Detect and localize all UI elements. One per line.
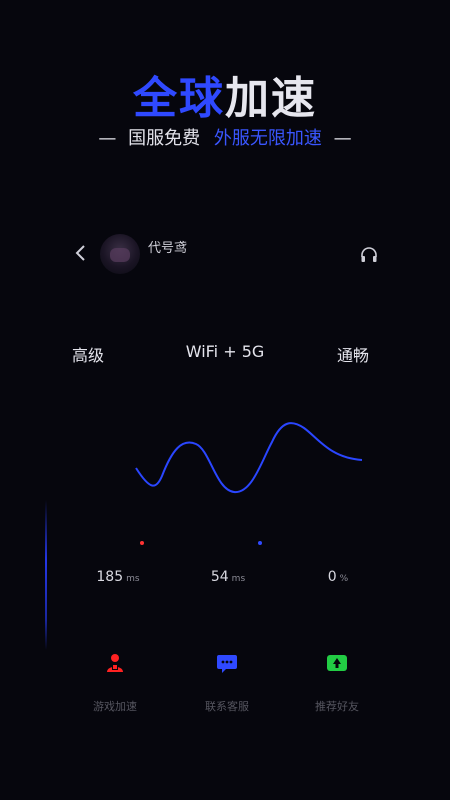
metric-latency-value: 185 bbox=[96, 569, 124, 585]
latency-wave-line bbox=[135, 422, 363, 494]
action-accelerate-label: 游戏加速 bbox=[93, 700, 137, 713]
tree-icon bbox=[326, 652, 348, 674]
tagline-dash-right: — bbox=[333, 128, 352, 149]
hero-title-rest: 加速 bbox=[225, 73, 317, 124]
tagline: — 国服免费 外服无限加速 — bbox=[0, 124, 450, 150]
action-bar: 游戏加速 联系客服 推荐好友 bbox=[0, 652, 450, 722]
metric-jitter: 54 ms bbox=[178, 566, 278, 585]
chevron-left-icon[interactable] bbox=[74, 244, 90, 264]
action-accelerate[interactable]: 游戏加速 bbox=[60, 652, 170, 714]
tagline-main: 国服免费 bbox=[128, 128, 201, 149]
marker-dot-left bbox=[140, 541, 144, 545]
metric-latency-unit: ms bbox=[126, 574, 140, 584]
tagline-highlight: 外服无限加速 bbox=[213, 128, 322, 149]
headset-icon[interactable] bbox=[360, 246, 378, 264]
metric-loss: 0% bbox=[288, 566, 388, 585]
stat-status: 通畅 bbox=[336, 346, 369, 365]
metric-latency: 185 ms bbox=[68, 566, 168, 585]
game-avatar[interactable] bbox=[100, 234, 140, 274]
action-support[interactable]: 联系客服 bbox=[172, 652, 282, 714]
metrics-row: 185 ms 54 ms 0% bbox=[0, 566, 450, 586]
metric-loss-unit: % bbox=[339, 574, 349, 584]
stat-mode: 高级 bbox=[71, 346, 104, 365]
metric-jitter-value: 54 bbox=[210, 569, 229, 585]
marker-dot-right bbox=[258, 541, 262, 545]
action-support-label: 联系客服 bbox=[205, 700, 249, 713]
stat-network: WiFi + 5G bbox=[185, 342, 265, 361]
metric-jitter-unit: ms bbox=[231, 574, 246, 584]
stats-row: 高级 WiFi + 5G 通畅 bbox=[0, 342, 450, 366]
action-invite[interactable]: 推荐好友 bbox=[282, 652, 392, 714]
chat-icon bbox=[216, 652, 238, 674]
hero-title: 全球加速 bbox=[0, 62, 450, 126]
game-name: 代号鸢 bbox=[148, 241, 188, 256]
tagline-dash-left: — bbox=[98, 128, 117, 149]
user-shield-icon bbox=[104, 652, 126, 674]
action-invite-label: 推荐好友 bbox=[315, 700, 359, 713]
latency-wave bbox=[135, 422, 363, 494]
hero-title-accent: 全球 bbox=[133, 73, 225, 124]
metric-loss-value: 0 bbox=[327, 569, 337, 585]
